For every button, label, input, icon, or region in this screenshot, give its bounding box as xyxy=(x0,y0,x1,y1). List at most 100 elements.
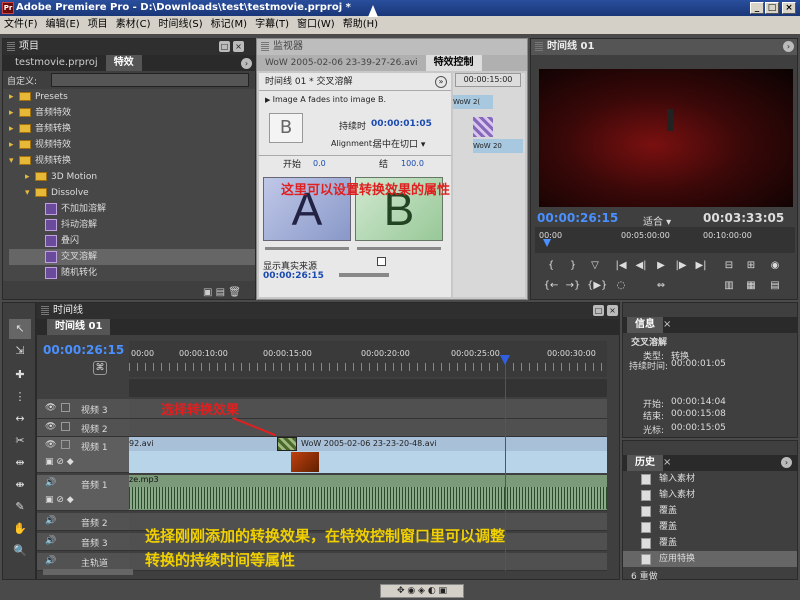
tree-item[interactable]: ▸ Presets xyxy=(9,89,255,105)
start-slider[interactable] xyxy=(265,247,349,250)
zoom-tool-icon[interactable]: 🔍 xyxy=(9,541,31,561)
eye-icon[interactable]: 👁 xyxy=(45,403,56,413)
menu-title[interactable]: 字幕(T) xyxy=(251,16,293,34)
fit-dropdown[interactable]: 适合 ▾ xyxy=(643,213,671,228)
go-to-prev-marker-icon[interactable]: {← xyxy=(543,279,559,293)
mini-transition-icon[interactable] xyxy=(473,117,493,137)
close-button[interactable]: × xyxy=(782,2,796,14)
track-video2[interactable] xyxy=(129,419,607,437)
alignment-dropdown[interactable]: 居中在切口 ▾ xyxy=(373,137,425,150)
export-frame-icon[interactable]: ◉ xyxy=(767,259,783,273)
clip-v1-left[interactable]: 92.avi xyxy=(129,437,277,451)
menu-file[interactable]: 文件(F) xyxy=(0,16,42,34)
monitor-ruler[interactable]: 00:00 00:05:00:00 00:10:00:00 xyxy=(535,227,795,253)
pen-tool-icon[interactable]: ✎ xyxy=(9,497,31,517)
panel-menu-icon[interactable]: □ xyxy=(219,41,230,52)
panel-menu-icon[interactable]: □ xyxy=(593,305,604,316)
menu-help[interactable]: 帮助(H) xyxy=(339,16,382,34)
history-item[interactable]: 输入素材 xyxy=(623,471,797,487)
tree-item[interactable]: ▸ 音频转换 xyxy=(9,121,255,137)
go-to-edit-icon[interactable]: {▶} xyxy=(587,279,607,293)
slide-tool-icon[interactable]: ⇼ xyxy=(9,475,31,495)
tab-project-file[interactable]: testmovie.prproj xyxy=(7,55,106,71)
track-select-tool-icon[interactable]: ⇲ xyxy=(9,341,31,361)
waveform-toggle-icon[interactable]: ▣ ⊘ ◆ xyxy=(45,495,74,505)
tab-close-icon[interactable]: × xyxy=(663,457,671,468)
history-item[interactable]: 覆盖 xyxy=(623,519,797,535)
monitor-current-timecode[interactable]: 00:00:26:15 xyxy=(537,211,618,225)
end-slider[interactable] xyxy=(357,247,441,250)
panel-close-icon[interactable]: × xyxy=(233,41,244,52)
play-transition-icon[interactable]: » xyxy=(435,76,447,88)
step-back-icon[interactable]: ◀| xyxy=(633,259,649,273)
effect-current-timecode[interactable]: 00:00:26:15 xyxy=(263,271,324,281)
tab-source-clip[interactable]: WoW 2005-02-06 23-39-27-26.avi xyxy=(257,55,426,71)
tree-item[interactable]: ▾ 视频转换 xyxy=(9,153,255,169)
rate-stretch-tool-icon[interactable]: ↔ xyxy=(9,409,31,429)
minimize-button[interactable]: _ xyxy=(750,2,764,14)
snap-icon[interactable]: ⌘ xyxy=(93,361,107,375)
panel-grip-icon[interactable] xyxy=(535,42,543,52)
rolling-edit-tool-icon[interactable]: ⋮ xyxy=(9,387,31,407)
panel-grip-icon[interactable] xyxy=(261,42,269,52)
playhead-handle-icon[interactable] xyxy=(500,355,510,365)
lock-toggle-icon[interactable] xyxy=(61,422,70,431)
timeline-current-timecode[interactable]: 00:00:26:15 xyxy=(43,343,124,357)
history-item[interactable]: 覆盖 xyxy=(623,503,797,519)
tab-effect-controls[interactable]: 特效控制 xyxy=(425,55,482,71)
speaker-icon[interactable]: 🔊 xyxy=(45,556,56,566)
mini-clip-b[interactable]: WoW 20 xyxy=(473,139,523,153)
panel-grip-icon[interactable] xyxy=(41,306,49,316)
tree-item[interactable]: 叠闪 xyxy=(9,233,255,249)
tab-info[interactable]: 信息 xyxy=(627,317,663,333)
show-source-checkbox[interactable] xyxy=(377,257,386,266)
panel-flyout-icon[interactable]: › xyxy=(241,58,252,69)
bottom-toolbar[interactable]: ✥ ◉ ◈ ◐ ▣ xyxy=(380,584,464,598)
delete-icon[interactable]: 🗑 xyxy=(228,287,241,298)
selection-tool-icon[interactable]: ↖ xyxy=(9,319,31,339)
panel-close-icon[interactable]: × xyxy=(607,305,618,316)
menu-project[interactable]: 项目 xyxy=(84,16,112,34)
step-forward-icon[interactable]: |▶ xyxy=(673,259,689,273)
tree-item[interactable]: 随机转化 xyxy=(9,265,255,281)
menu-sequence[interactable]: 时间线(S) xyxy=(154,16,206,34)
menu-window[interactable]: 窗口(W) xyxy=(293,16,339,34)
extract-icon[interactable]: ⊞ xyxy=(743,259,759,273)
start-value[interactable]: 0.0 xyxy=(313,159,326,168)
speaker-icon[interactable]: 🔊 xyxy=(45,536,56,546)
display-style-icon[interactable]: ▣ ⊘ ◆ xyxy=(45,457,74,467)
tab-effects[interactable]: 特效 xyxy=(105,55,142,71)
tree-item-selected[interactable]: 交叉溶解 xyxy=(9,249,255,265)
menu-marker[interactable]: 标记(M) xyxy=(207,16,251,34)
tab-history[interactable]: 历史 xyxy=(627,455,663,471)
speaker-icon[interactable]: 🔊 xyxy=(45,478,56,488)
shuttle-icon[interactable]: ⇔ xyxy=(653,279,669,293)
tree-item[interactable]: ▸ 音频特效 xyxy=(9,105,255,121)
monitor-playhead-icon[interactable] xyxy=(543,239,551,247)
set-marker-icon[interactable]: ▽ xyxy=(587,259,603,273)
go-to-next-marker-icon[interactable]: →} xyxy=(565,279,581,293)
go-to-out-icon[interactable]: ▶| xyxy=(693,259,709,273)
menu-edit[interactable]: 编辑(E) xyxy=(42,16,84,34)
safe-margins-icon[interactable]: ▦ xyxy=(743,279,759,293)
tab-timeline-01[interactable]: 时间线 01 xyxy=(47,319,111,335)
transition-block-icon[interactable] xyxy=(277,437,297,451)
track-video1[interactable]: 92.avi WoW 2005-02-06 23-23-20-48.avi xyxy=(129,437,607,473)
play-icon[interactable]: ▶ xyxy=(653,259,669,273)
timeline-ruler[interactable]: 00:00 00:00:10:00 00:00:15:00 00:00:20:0… xyxy=(129,341,607,381)
tree-item[interactable]: ▾ Dissolve xyxy=(9,185,255,201)
tree-item[interactable]: ▸ 3D Motion xyxy=(9,169,255,185)
trim-icon[interactable]: ▥ xyxy=(721,279,737,293)
menu-clip[interactable]: 素材(C) xyxy=(112,16,155,34)
lock-toggle-icon[interactable] xyxy=(61,403,70,412)
timeline-playhead[interactable] xyxy=(505,357,506,571)
tree-item[interactable]: 不加加溶解 xyxy=(9,201,255,217)
effects-search-input[interactable] xyxy=(51,73,249,87)
duration-value[interactable]: 00:00:01:05 xyxy=(371,119,432,129)
ripple-edit-tool-icon[interactable]: ✚ xyxy=(9,365,31,385)
timeline-zoom-bar[interactable] xyxy=(129,379,607,397)
mini-clip-a[interactable]: WoW 2( xyxy=(453,95,493,109)
new-item-icon[interactable]: ▤ xyxy=(216,287,225,298)
zoom-slider[interactable] xyxy=(339,273,389,277)
maximize-button[interactable]: □ xyxy=(765,2,779,14)
